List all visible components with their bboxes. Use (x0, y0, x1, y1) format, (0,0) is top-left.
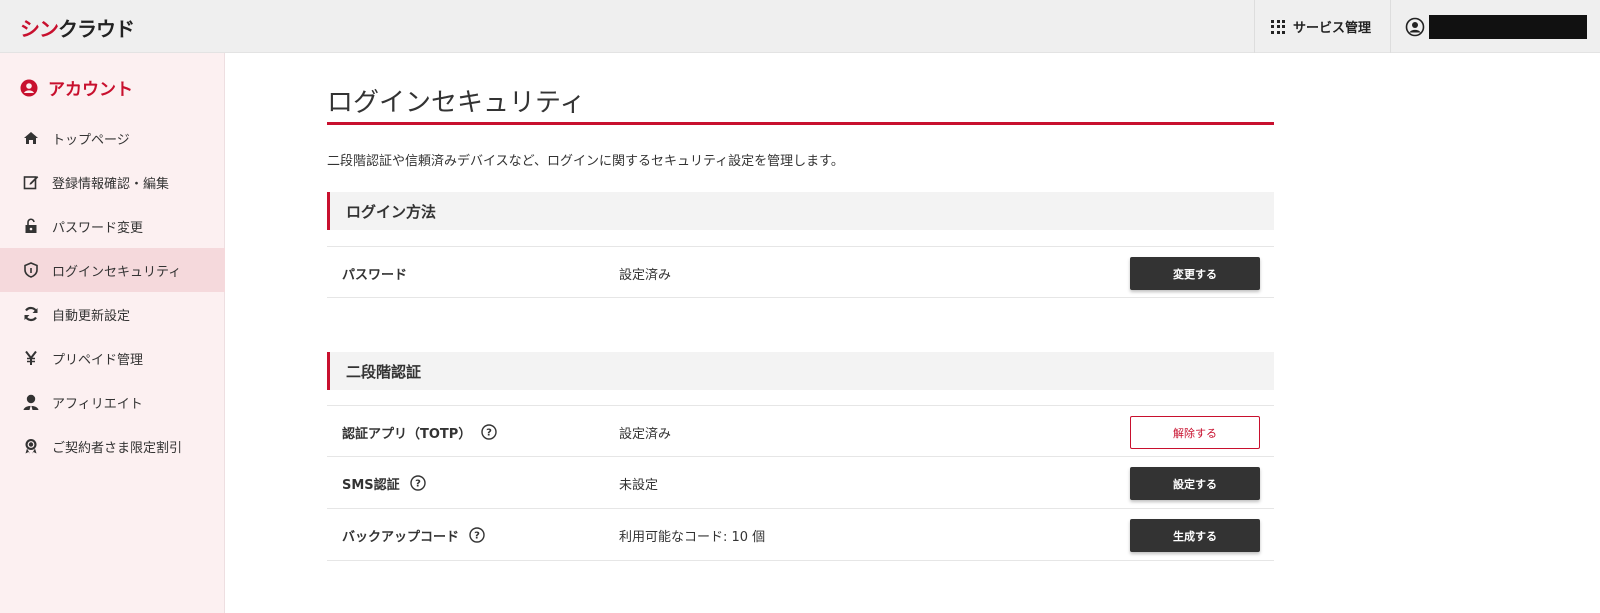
grid-icon (1271, 19, 1285, 34)
sidebar-item-label: ログインセキュリティ (52, 264, 182, 280)
sidebar: アカウント トップページ 登録情報確認・編集 パスワード変更 ログインセキュリテ… (0, 53, 225, 613)
svg-text:?: ? (474, 531, 480, 542)
row-label: パスワード (342, 247, 407, 299)
user-circle-icon (1405, 17, 1425, 36)
logo-dark-text: クラウド (58, 17, 135, 41)
logo[interactable]: シンクラウド (20, 13, 135, 42)
sidebar-item-label: アフィリエイト (52, 396, 143, 412)
row-label-text: パスワード (342, 267, 408, 283)
yen-icon (22, 349, 40, 367)
services-menu-button[interactable]: サービス管理 (1254, 0, 1390, 53)
row-status: 設定済み (619, 267, 672, 283)
section-heading-two-factor: 二段階認証 (327, 352, 1274, 390)
badge-icon (22, 437, 40, 455)
sidebar-item-prepaid[interactable]: プリペイド管理 (0, 336, 225, 380)
setting-row-password: パスワード 設定済み 変更する (327, 246, 1274, 298)
svg-text:?: ? (486, 428, 492, 439)
sidebar-item-label: 登録情報確認・編集 (52, 176, 170, 192)
svg-text:?: ? (415, 479, 421, 490)
sidebar-item-label: パスワード変更 (52, 220, 144, 236)
section-heading-login-method: ログイン方法 (327, 192, 1274, 230)
sidebar-item-label: ご契約者さま限定割引 (52, 440, 183, 456)
logo-red-text: シン (20, 17, 59, 41)
sidebar-title: アカウント (20, 75, 133, 100)
home-icon (22, 129, 40, 147)
setting-row-totp: 認証アプリ（TOTP） ? 設定済み 解除する (327, 405, 1274, 457)
sidebar-item-discount[interactable]: ご契約者さま限定割引 (0, 424, 225, 468)
sidebar-item-profile[interactable]: 登録情報確認・編集 (0, 160, 225, 204)
help-icon[interactable]: ? (409, 475, 426, 491)
help-icon[interactable]: ? (481, 424, 498, 440)
sidebar-item-label: 自動更新設定 (52, 308, 131, 324)
sidebar-item-label: トップページ (52, 132, 130, 148)
row-status: 未設定 (619, 477, 659, 493)
sidebar-item-login-security[interactable]: ログインセキュリティ (0, 248, 225, 292)
row-status: 設定済み (619, 426, 672, 442)
row-label: 認証アプリ（TOTP） ? (342, 406, 498, 458)
sidebar-title-text: アカウント (48, 80, 133, 100)
sidebar-item-affiliate[interactable]: アフィリエイト (0, 380, 225, 424)
page-description: 二段階認証や信頼済みデバイスなど、ログインに関するセキュリティ設定を管理します。 (327, 154, 844, 169)
title-underline (327, 122, 1274, 125)
help-icon[interactable]: ? (469, 527, 485, 543)
sidebar-item-password[interactable]: パスワード変更 (0, 204, 225, 248)
services-label: サービス管理 (1293, 21, 1372, 36)
setting-row-backup-codes: バックアップコード ? 利用可能なコード: 10 個 生成する (327, 509, 1274, 561)
change-password-button[interactable]: 変更する (1130, 257, 1260, 290)
row-status: 利用可能なコード: 10 個 (619, 529, 766, 545)
setting-row-sms: SMS認証 ? 未設定 設定する (327, 457, 1274, 509)
page-title: ログインセキュリティ (327, 88, 586, 118)
account-icon (20, 79, 38, 96)
setup-sms-button[interactable]: 設定する (1130, 467, 1260, 500)
section-heading-text: ログイン方法 (346, 202, 437, 221)
row-label-text: SMS認証 (342, 477, 400, 493)
disable-totp-button[interactable]: 解除する (1130, 416, 1260, 449)
row-label-text: バックアップコード (342, 529, 460, 545)
person-icon (22, 393, 40, 411)
unlock-icon (22, 217, 40, 235)
sidebar-item-auto-renew[interactable]: 自動更新設定 (0, 292, 225, 336)
redacted-username (1429, 14, 1587, 39)
user-menu[interactable] (1390, 0, 1600, 53)
row-label: バックアップコード ? (342, 509, 485, 561)
edit-icon (22, 173, 40, 191)
row-label: SMS認証 ? (342, 457, 426, 509)
generate-backup-codes-button[interactable]: 生成する (1130, 519, 1260, 552)
sidebar-item-label: プリペイド管理 (52, 352, 144, 368)
top-header: シンクラウド サービス管理 (0, 0, 1600, 53)
refresh-icon (22, 305, 40, 323)
section-heading-text: 二段階認証 (346, 362, 422, 381)
shield-icon (22, 261, 40, 279)
row-label-text: 認証アプリ（TOTP） (342, 426, 472, 442)
sidebar-item-top[interactable]: トップページ (0, 116, 225, 160)
